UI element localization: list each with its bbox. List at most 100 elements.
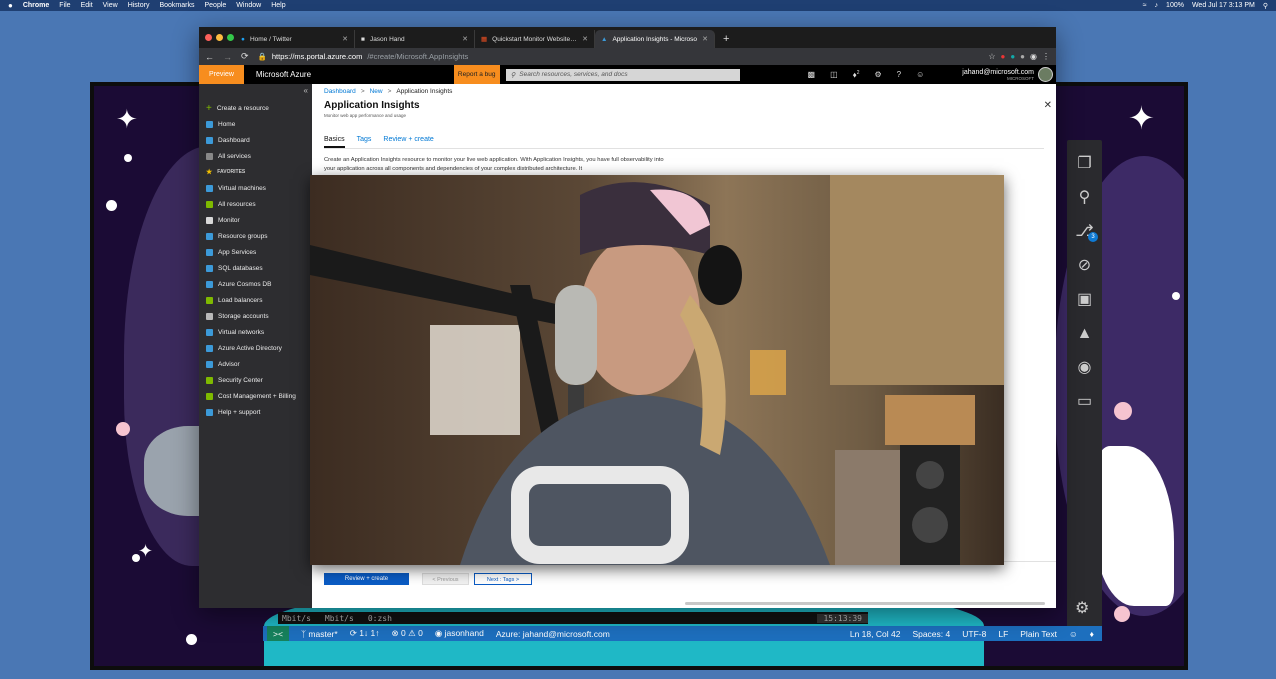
- sidebar-item-virtual-networks[interactable]: Virtual networks: [199, 324, 312, 340]
- sidebar-item-sql-databases[interactable]: SQL databases: [199, 260, 312, 276]
- sidebar-item-storage-accounts[interactable]: Storage accounts: [199, 308, 312, 324]
- problems-status[interactable]: ⊗ 0 ⚠ 0: [392, 628, 423, 639]
- menu-datetime[interactable]: Wed Jul 17 3:13 PM: [1192, 2, 1255, 9]
- apple-icon[interactable]: ●: [8, 1, 13, 10]
- github-icon[interactable]: ◉: [1075, 358, 1095, 378]
- sidebar-item-create[interactable]: + Create a resource: [199, 100, 312, 116]
- menu-view[interactable]: View: [103, 2, 118, 9]
- tab-twitter[interactable]: ● Home / Twitter ✕: [235, 30, 355, 48]
- help-icon[interactable]: ?: [897, 70, 901, 80]
- extensions-icon[interactable]: ▣: [1075, 290, 1095, 310]
- gear-icon[interactable]: ⚙: [1075, 598, 1089, 618]
- close-window-button[interactable]: [205, 34, 212, 41]
- tab-tags[interactable]: Tags: [357, 136, 372, 148]
- bookmark-star-icon[interactable]: ☆: [988, 52, 995, 61]
- bell-icon[interactable]: ♦: [1090, 629, 1094, 639]
- directory-filter-icon[interactable]: ◫: [830, 70, 838, 80]
- report-bug-button[interactable]: Report a bug: [453, 65, 500, 84]
- sidebar-item-all-services[interactable]: All services: [199, 148, 312, 164]
- sidebar-item-security-center[interactable]: Security Center: [199, 372, 312, 388]
- tab-jason-hand[interactable]: ■ Jason Hand ✕: [355, 30, 475, 48]
- tab-application-insights[interactable]: ▲ Application Insights - Microso ✕: [595, 30, 715, 48]
- reload-icon[interactable]: ⟳: [241, 51, 249, 62]
- close-tab-icon[interactable]: ✕: [582, 35, 588, 43]
- tab-review-create[interactable]: Review + create: [383, 136, 433, 148]
- horizontal-scrollbar[interactable]: [685, 602, 1045, 605]
- menu-bookmarks[interactable]: Bookmarks: [159, 2, 194, 9]
- sidebar-item-label: Azure Cosmos DB: [218, 280, 272, 288]
- breadcrumb-dashboard[interactable]: Dashboard: [324, 88, 356, 95]
- azure-icon[interactable]: ▲: [1075, 324, 1095, 344]
- feedback-icon[interactable]: ☺: [1069, 629, 1078, 639]
- menu-history[interactable]: History: [128, 2, 150, 9]
- menu-people[interactable]: People: [204, 2, 226, 9]
- menu-app-name[interactable]: Chrome: [23, 2, 49, 9]
- menu-file[interactable]: File: [59, 2, 70, 9]
- new-tab-icon[interactable]: +: [715, 30, 737, 48]
- sidebar-item-all-resources[interactable]: All resources: [199, 196, 312, 212]
- cloud-shell-icon[interactable]: ▩: [808, 70, 816, 80]
- sidebar-item-home[interactable]: Home: [199, 116, 312, 132]
- list-icon: [206, 152, 213, 160]
- sidebar-item-load-balancers[interactable]: Load balancers: [199, 292, 312, 308]
- sidebar-item-monitor[interactable]: Monitor: [199, 212, 312, 228]
- remote-icon[interactable]: ><: [267, 626, 289, 641]
- zoom-window-button[interactable]: [227, 34, 234, 41]
- eol-status[interactable]: LF: [998, 629, 1008, 639]
- feedback-smiley-icon[interactable]: ☺: [916, 70, 924, 80]
- menu-edit[interactable]: Edit: [81, 2, 93, 9]
- sidebar-item-app-services[interactable]: App Services: [199, 244, 312, 260]
- battery-status[interactable]: 100%: [1166, 2, 1184, 9]
- sidebar-item-resource-groups[interactable]: Resource groups: [199, 228, 312, 244]
- profile-icon[interactable]: ◉: [1030, 52, 1037, 61]
- azure-account-status[interactable]: Azure: jahand@microsoft.com: [496, 629, 610, 639]
- wifi-icon[interactable]: ≈: [1143, 2, 1147, 9]
- sidebar-item-cost-management-billing[interactable]: Cost Management + Billing: [199, 388, 312, 404]
- extension-icon[interactable]: ●: [1010, 52, 1015, 61]
- github-status[interactable]: ◉ jasonhand: [435, 628, 484, 639]
- tab-quickstart[interactable]: ▦ Quickstart Monitor Websites w ✕: [475, 30, 595, 48]
- cursor-position[interactable]: Ln 18, Col 42: [850, 629, 901, 639]
- collapse-sidebar-icon[interactable]: «: [304, 86, 308, 95]
- extension-icon[interactable]: ●: [1020, 52, 1025, 61]
- close-tab-icon[interactable]: ✕: [342, 35, 348, 43]
- encoding-status[interactable]: UTF-8: [962, 629, 986, 639]
- explorer-icon[interactable]: ❐: [1075, 154, 1095, 174]
- sidebar-item-azure-active-directory[interactable]: Azure Active Directory: [199, 340, 312, 356]
- extension-icon[interactable]: ●: [1000, 52, 1005, 61]
- close-icon[interactable]: ✕: [1044, 100, 1052, 111]
- tab-basics[interactable]: Basics: [324, 136, 345, 148]
- chrome-menu-icon[interactable]: ⋮: [1042, 52, 1050, 61]
- notifications-icon[interactable]: ♦2: [853, 70, 860, 80]
- minimize-window-button[interactable]: [216, 34, 223, 41]
- debug-icon[interactable]: ⊘: [1075, 256, 1095, 276]
- indentation-status[interactable]: Spaces: 4: [912, 629, 950, 639]
- close-tab-icon[interactable]: ✕: [702, 35, 708, 43]
- sidebar-item-azure-cosmos-db[interactable]: Azure Cosmos DB: [199, 276, 312, 292]
- sidebar-item-dashboard[interactable]: Dashboard: [199, 132, 312, 148]
- sync-status[interactable]: ⟳ 1↓ 1↑: [350, 628, 380, 639]
- sidebar-item-help-support[interactable]: Help + support: [199, 404, 312, 420]
- address-bar[interactable]: 🔒 https://ms.portal.azure.com/#create/Mi…: [258, 52, 980, 61]
- menu-window[interactable]: Window: [236, 2, 261, 9]
- close-tab-icon[interactable]: ✕: [462, 35, 468, 43]
- menu-help[interactable]: Help: [271, 2, 285, 9]
- back-icon[interactable]: ←: [205, 52, 214, 62]
- previous-button[interactable]: < Previous: [422, 573, 469, 585]
- language-mode[interactable]: Plain Text: [1020, 629, 1057, 639]
- next-tags-button[interactable]: Next : Tags >: [474, 573, 532, 585]
- branch-status[interactable]: ᛉ master*: [301, 629, 338, 639]
- azure-brand[interactable]: Microsoft Azure: [244, 70, 454, 79]
- global-search-input[interactable]: ⚲ Search resources, services, and docs: [505, 68, 740, 81]
- sidebar-item-virtual-machines[interactable]: Virtual machines: [199, 180, 312, 196]
- volume-icon[interactable]: ♪: [1155, 2, 1159, 9]
- remote-explorer-icon[interactable]: ▭: [1075, 392, 1095, 412]
- forward-icon[interactable]: →: [223, 52, 232, 62]
- settings-gear-icon[interactable]: ⚙: [875, 70, 882, 80]
- avatar[interactable]: [1038, 67, 1053, 82]
- search-icon[interactable]: ⚲: [1075, 188, 1095, 208]
- sidebar-item-advisor[interactable]: Advisor: [199, 356, 312, 372]
- breadcrumb-new[interactable]: New: [370, 88, 383, 95]
- review-create-button[interactable]: Review + create: [324, 573, 409, 585]
- spotlight-icon[interactable]: ⚲: [1263, 2, 1268, 10]
